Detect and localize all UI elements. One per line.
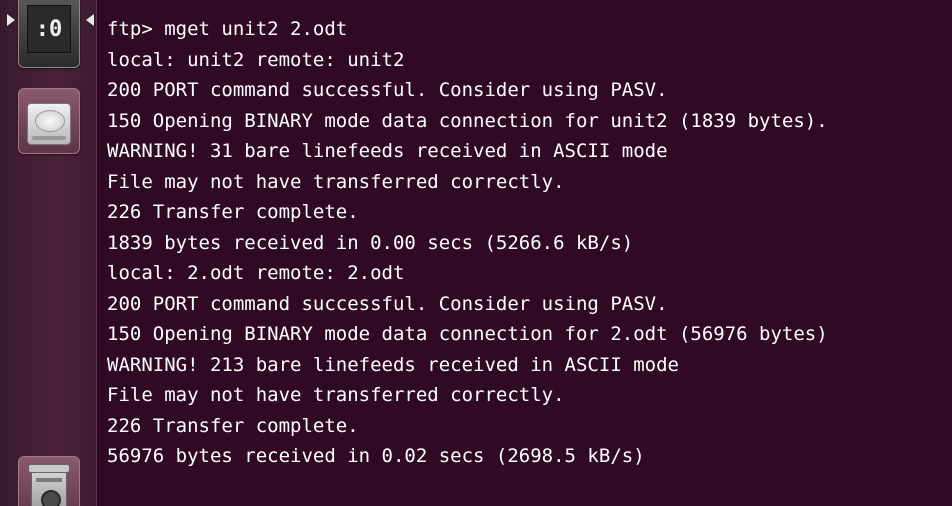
terminal-line: File may not have transferred correctly. xyxy=(107,384,565,406)
terminal-line: local: 2.odt remote: 2.odt xyxy=(107,262,405,284)
terminal-line: 56976 bytes received in 0.02 secs (2698.… xyxy=(107,445,645,467)
trash-icon xyxy=(28,464,70,506)
terminal-line: 226 Transfer complete. xyxy=(107,414,359,437)
terminal-icon-text: :0 xyxy=(35,16,63,42)
terminal-line: 150 Opening BINARY mode data connection … xyxy=(107,323,828,345)
trash-lid xyxy=(28,464,70,473)
terminal-line: WARNING! 31 bare linefeeds received in A… xyxy=(107,140,668,162)
launcher-dock: :0 xyxy=(0,0,97,506)
terminal-line: 150 Opening BINARY mode data connection … xyxy=(107,109,828,132)
drive-slot xyxy=(32,136,66,140)
drive-platter xyxy=(35,110,65,132)
terminal-line: 1839 bytes received in 0.00 secs (5266.6… xyxy=(107,231,634,254)
terminal-line: 200 PORT command successful. Consider us… xyxy=(107,79,668,101)
terminal-window[interactable]: ftp> mget unit2 2.odt local: unit2 remot… xyxy=(104,0,952,506)
launcher-terminal-button[interactable]: :0 xyxy=(18,0,80,68)
trash-hole xyxy=(41,490,61,506)
launcher-drive-button[interactable] xyxy=(18,88,80,154)
desktop-screen: :0 ftp> mget unit2 2.odt local: unit2 re… xyxy=(0,0,952,506)
terminal-output: ftp> mget unit2 2.odt local: unit2 remot… xyxy=(104,0,952,472)
terminal-line: 226 Transfer complete. xyxy=(107,201,359,223)
trash-rim xyxy=(36,478,62,482)
terminal-line: File may not have transferred correctly. xyxy=(107,170,565,193)
terminal-line: local: unit2 remote: unit2 xyxy=(107,48,405,71)
terminal-icon: :0 xyxy=(27,5,71,53)
active-indicator-left xyxy=(7,14,15,26)
terminal-line: WARNING! 213 bare linefeeds received in … xyxy=(107,353,679,376)
launcher-trash-button[interactable] xyxy=(18,456,80,506)
active-indicator-right xyxy=(86,14,94,26)
hard-drive-icon xyxy=(27,103,71,145)
terminal-line: ftp> mget unit2 2.odt xyxy=(107,18,348,40)
terminal-line: 200 PORT command successful. Consider us… xyxy=(107,292,668,315)
